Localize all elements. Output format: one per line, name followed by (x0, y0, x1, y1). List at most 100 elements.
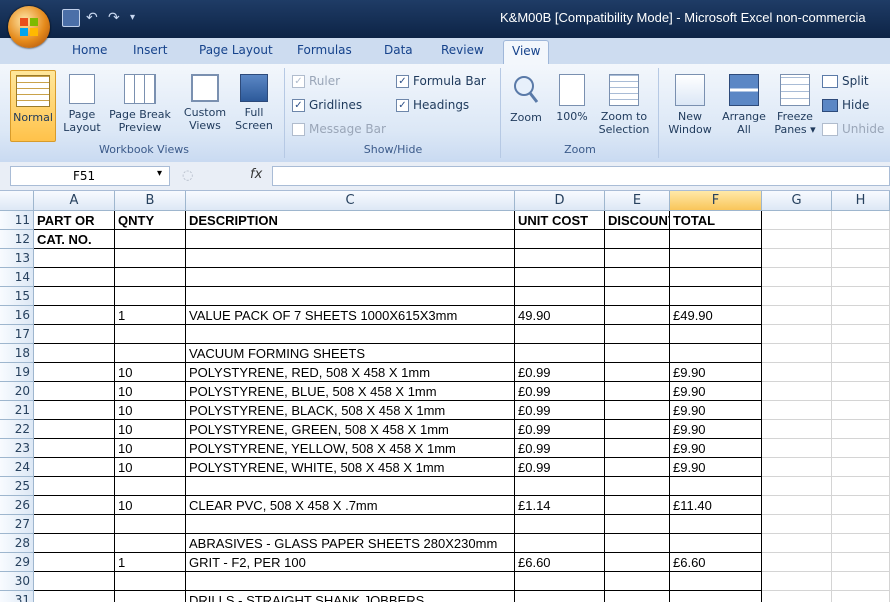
redo-icon[interactable]: ↷ (108, 10, 124, 26)
cell-a29[interactable] (34, 553, 115, 572)
cell-f17[interactable] (670, 325, 762, 344)
cell-a12[interactable]: CAT. NO. (34, 230, 115, 249)
cell-e27[interactable] (605, 515, 670, 534)
cell-g15[interactable] (762, 287, 832, 306)
cell-b18[interactable] (115, 344, 186, 363)
cell-g23[interactable] (762, 439, 832, 458)
cell-h11[interactable] (832, 211, 890, 230)
row-header[interactable]: 19 (0, 363, 34, 382)
cell-h26[interactable] (832, 496, 890, 515)
cell-b22[interactable]: 10 (115, 420, 186, 439)
row-header[interactable]: 29 (0, 553, 34, 572)
column-header-d[interactable]: D (515, 191, 605, 211)
cell-c21[interactable]: POLYSTYRENE, BLACK, 508 X 458 X 1mm (186, 401, 515, 420)
cell-b29[interactable]: 1 (115, 553, 186, 572)
column-header-c[interactable]: C (186, 191, 515, 211)
spreadsheet-grid[interactable]: A B C D E F G H 11 PART OR QNTY DESCRIPTION UNIT COS… (0, 191, 890, 602)
cell-c22[interactable]: POLYSTYRENE, GREEN, 508 X 458 X 1mm (186, 420, 515, 439)
row-header[interactable]: 22 (0, 420, 34, 439)
cell-c23[interactable]: POLYSTYRENE, YELLOW, 508 X 458 X 1mm (186, 439, 515, 458)
cell-g27[interactable] (762, 515, 832, 534)
save-icon[interactable] (62, 9, 80, 27)
cell-a15[interactable] (34, 287, 115, 306)
cell-a26[interactable] (34, 496, 115, 515)
zoom-button[interactable]: Zoom (506, 74, 546, 124)
column-header-h[interactable]: H (832, 191, 890, 211)
cell-d26[interactable]: £1.14 (515, 496, 605, 515)
cell-a16[interactable] (34, 306, 115, 325)
cell-f12[interactable] (670, 230, 762, 249)
cell-f15[interactable] (670, 287, 762, 306)
cell-f24[interactable]: £9.90 (670, 458, 762, 477)
cell-b11[interactable]: QNTY (115, 211, 186, 230)
cell-b17[interactable] (115, 325, 186, 344)
cell-f23[interactable]: £9.90 (670, 439, 762, 458)
cell-d14[interactable] (515, 268, 605, 287)
cell-h31[interactable] (832, 591, 890, 602)
column-header-a[interactable]: A (34, 191, 115, 211)
cell-c26[interactable]: CLEAR PVC, 508 X 458 X .7mm (186, 496, 515, 515)
row-header[interactable]: 12 (0, 230, 34, 249)
cell-a28[interactable] (34, 534, 115, 553)
unhide-button[interactable]: Unhide (822, 122, 884, 136)
headings-checkbox[interactable]: ✓ Headings (396, 98, 469, 112)
hide-button[interactable]: Hide (822, 98, 869, 112)
cell-g19[interactable] (762, 363, 832, 382)
cell-e22[interactable] (605, 420, 670, 439)
cell-d30[interactable] (515, 572, 605, 591)
tab-page-layout[interactable]: Page Layout (199, 43, 273, 57)
cell-d21[interactable]: £0.99 (515, 401, 605, 420)
cell-b30[interactable] (115, 572, 186, 591)
tab-view[interactable]: View (503, 40, 550, 64)
cell-f16[interactable]: £49.90 (670, 306, 762, 325)
normal-view-button[interactable]: Normal (10, 70, 56, 142)
cell-a14[interactable] (34, 268, 115, 287)
cell-f28[interactable] (670, 534, 762, 553)
cell-f21[interactable]: £9.90 (670, 401, 762, 420)
row-header[interactable]: 26 (0, 496, 34, 515)
cell-g25[interactable] (762, 477, 832, 496)
zoom-to-selection-button[interactable]: Zoom to Selection (596, 74, 652, 136)
cell-b21[interactable]: 10 (115, 401, 186, 420)
cell-d27[interactable] (515, 515, 605, 534)
cell-e25[interactable] (605, 477, 670, 496)
cell-a17[interactable] (34, 325, 115, 344)
cell-d28[interactable] (515, 534, 605, 553)
cell-c16[interactable]: VALUE PACK OF 7 SHEETS 1000X615X3mm (186, 306, 515, 325)
cell-f25[interactable] (670, 477, 762, 496)
cell-h12[interactable] (832, 230, 890, 249)
cell-h19[interactable] (832, 363, 890, 382)
message-bar-checkbox[interactable]: Message Bar (292, 122, 386, 136)
row-header[interactable]: 20 (0, 382, 34, 401)
row-header[interactable]: 24 (0, 458, 34, 477)
cell-b14[interactable] (115, 268, 186, 287)
cell-h23[interactable] (832, 439, 890, 458)
cell-b24[interactable]: 10 (115, 458, 186, 477)
cell-b12[interactable] (115, 230, 186, 249)
cell-e19[interactable] (605, 363, 670, 382)
cell-c15[interactable] (186, 287, 515, 306)
zoom-100-button[interactable]: 100% (552, 74, 592, 123)
cell-c27[interactable] (186, 515, 515, 534)
full-screen-button[interactable]: Full Screen (232, 74, 276, 132)
new-window-button[interactable]: New Window (664, 74, 716, 136)
row-header[interactable]: 21 (0, 401, 34, 420)
cell-a21[interactable] (34, 401, 115, 420)
cell-h13[interactable] (832, 249, 890, 268)
cell-d18[interactable] (515, 344, 605, 363)
cell-e17[interactable] (605, 325, 670, 344)
cell-h28[interactable] (832, 534, 890, 553)
cell-b25[interactable] (115, 477, 186, 496)
cell-g21[interactable] (762, 401, 832, 420)
cell-f20[interactable]: £9.90 (670, 382, 762, 401)
cell-h25[interactable] (832, 477, 890, 496)
cell-a19[interactable] (34, 363, 115, 382)
cell-e31[interactable] (605, 591, 670, 602)
cell-d24[interactable]: £0.99 (515, 458, 605, 477)
row-header[interactable]: 25 (0, 477, 34, 496)
cell-c20[interactable]: POLYSTYRENE, BLUE, 508 X 458 X 1mm (186, 382, 515, 401)
cell-d15[interactable] (515, 287, 605, 306)
cell-c24[interactable]: POLYSTYRENE, WHITE, 508 X 458 X 1mm (186, 458, 515, 477)
ruler-checkbox[interactable]: ✓ Ruler (292, 74, 340, 88)
cell-d19[interactable]: £0.99 (515, 363, 605, 382)
